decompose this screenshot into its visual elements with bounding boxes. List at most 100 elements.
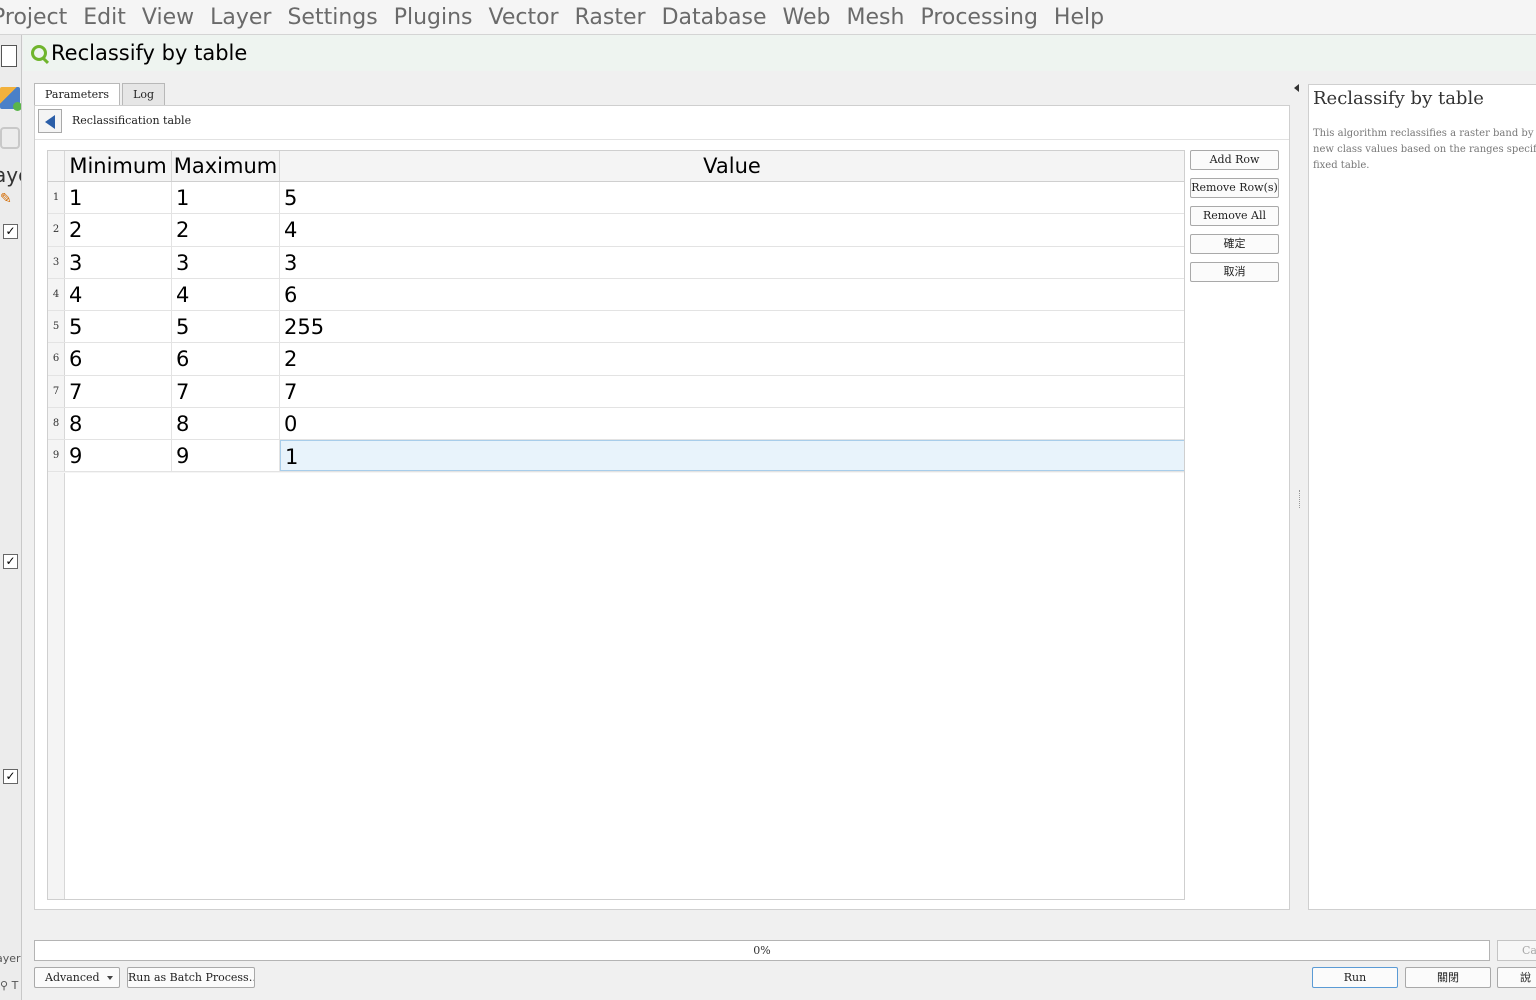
cell-value[interactable]: 2 (280, 343, 1184, 374)
cell-maximum[interactable]: 3 (172, 246, 280, 278)
menu-help[interactable]: Help (1054, 0, 1104, 34)
menu-database[interactable]: Database (662, 0, 767, 34)
dialog-tabs: Parameters Log (34, 83, 167, 106)
disabled-tool-icon (0, 127, 20, 149)
ok-button[interactable]: 確定 (1190, 234, 1279, 254)
cell-value-selected[interactable]: 1 (280, 440, 1184, 472)
cell-minimum[interactable]: 3 (65, 246, 172, 278)
table-corner[interactable] (48, 151, 65, 181)
row-number[interactable]: 8 (48, 407, 65, 439)
cell-minimum[interactable]: 9 (65, 440, 172, 472)
help-title: Reclassify by table (1313, 88, 1484, 109)
cell-maximum[interactable]: 8 (172, 407, 280, 439)
close-button[interactable]: 關閉 (1405, 967, 1491, 988)
table-row: 7 7 7 7 (48, 375, 1184, 408)
parameters-panel: Reclassification table Minimum Maximum V… (34, 105, 1290, 910)
cell-maximum[interactable]: 5 (172, 311, 280, 343)
cell-minimum[interactable]: 8 (65, 407, 172, 439)
table-empty-area (65, 473, 1184, 899)
table-row: 1 1 1 5 (48, 182, 1184, 215)
menu-view[interactable]: View (142, 0, 194, 34)
cancel-table-button[interactable]: 取消 (1190, 262, 1279, 282)
remove-all-button[interactable]: Remove All (1190, 206, 1279, 226)
add-row-button[interactable]: Add Row (1190, 150, 1279, 170)
layer-visibility-checkbox[interactable]: ✓ (3, 769, 18, 784)
cell-value[interactable]: 0 (280, 408, 1184, 439)
cell-maximum[interactable]: 7 (172, 375, 280, 407)
row-number[interactable]: 2 (48, 214, 65, 246)
cell-maximum[interactable]: 4 (172, 278, 280, 310)
table-row: 6 6 6 2 (48, 343, 1184, 376)
cell-value[interactable]: 4 (280, 214, 1184, 245)
row-number[interactable]: 5 (48, 311, 65, 343)
collapse-help-icon[interactable] (1294, 84, 1299, 92)
cell-minimum[interactable]: 6 (65, 343, 172, 375)
table-row: 8 8 8 0 (48, 407, 1184, 440)
table-row: 9 9 9 1 (48, 440, 1184, 473)
row-number[interactable]: 3 (48, 246, 65, 278)
menu-settings[interactable]: Settings (287, 0, 377, 34)
menu-project[interactable]: Project (0, 0, 67, 34)
row-header-empty-area (48, 473, 65, 899)
cell-value[interactable]: 5 (280, 182, 1184, 213)
menu-raster[interactable]: Raster (575, 0, 646, 34)
cell-maximum[interactable]: 1 (172, 182, 280, 214)
help-button[interactable]: 說 (1497, 967, 1536, 988)
reclassify-dialog: Reclassify by table Parameters Log Recla… (23, 35, 1536, 1000)
row-number[interactable]: 7 (48, 375, 65, 407)
cell-value[interactable]: 7 (280, 376, 1184, 407)
menu-web[interactable]: Web (783, 0, 831, 34)
menu-layer[interactable]: Layer (210, 0, 271, 34)
main-window-left-toolbar: aye ✎ ✓ ✓ ✓ ayers ⚲ T (0, 35, 22, 1000)
tab-parameters[interactable]: Parameters (34, 83, 121, 106)
cell-minimum[interactable]: 5 (65, 311, 172, 343)
menu-vector[interactable]: Vector (489, 0, 559, 34)
menu-bar: Project Edit View Layer Settings Plugins… (0, 0, 1536, 35)
menu-processing[interactable]: Processing (920, 0, 1037, 34)
tab-log[interactable]: Log (122, 83, 166, 105)
menu-mesh[interactable]: Mesh (847, 0, 905, 34)
row-number[interactable]: 4 (48, 278, 65, 310)
header-minimum[interactable]: Minimum (65, 151, 172, 181)
table-row: 4 4 4 6 (48, 278, 1184, 311)
cell-maximum[interactable]: 9 (172, 440, 280, 472)
row-number[interactable]: 1 (48, 182, 65, 214)
cancel-button[interactable]: Ca (1497, 940, 1536, 961)
layer-visibility-checkbox[interactable]: ✓ (3, 224, 18, 239)
search-icon[interactable]: ⚲ T (0, 979, 18, 992)
panel-splitter[interactable] (1299, 490, 1301, 508)
cell-value[interactable]: 3 (280, 247, 1184, 278)
cell-minimum[interactable]: 4 (65, 278, 172, 310)
layers-tab-label[interactable]: ayers (0, 952, 21, 965)
back-arrow-icon[interactable] (38, 109, 62, 133)
advanced-dropdown-button[interactable]: Advanced (34, 967, 120, 988)
qgis-logo-icon (31, 45, 47, 61)
cell-maximum[interactable]: 6 (172, 343, 280, 375)
run-batch-button[interactable]: Run as Batch Process… (127, 967, 255, 988)
help-text-line: This algorithm reclassifies a raster ban… (1313, 128, 1536, 139)
remove-rows-button[interactable]: Remove Row(s) (1190, 178, 1279, 198)
back-row: Reclassification table (35, 106, 1289, 140)
cell-minimum[interactable]: 2 (65, 214, 172, 246)
cell-minimum[interactable]: 7 (65, 375, 172, 407)
help-panel: Reclassify by table This algorithm recla… (1308, 84, 1536, 910)
row-number[interactable]: 6 (48, 343, 65, 375)
progress-bar: 0% (34, 940, 1490, 961)
header-maximum[interactable]: Maximum (172, 151, 280, 181)
cell-minimum[interactable]: 1 (65, 182, 172, 214)
row-number[interactable]: 9 (48, 440, 65, 472)
header-value[interactable]: Value (280, 151, 1184, 181)
table-header: Minimum Maximum Value (48, 151, 1184, 182)
run-button[interactable]: Run (1312, 967, 1398, 988)
menu-plugins[interactable]: Plugins (394, 0, 473, 34)
add-layer-icon[interactable] (0, 87, 21, 111)
layer-visibility-checkbox[interactable]: ✓ (3, 554, 18, 569)
cell-maximum[interactable]: 2 (172, 214, 280, 246)
menu-edit[interactable]: Edit (83, 0, 126, 34)
cell-value[interactable]: 255 (280, 311, 1184, 342)
chevron-down-icon (107, 976, 113, 980)
cell-value[interactable]: 6 (280, 279, 1184, 310)
section-label: Reclassification table (72, 114, 192, 127)
edit-pencil-icon[interactable]: ✎ (0, 191, 12, 207)
new-project-icon[interactable] (1, 45, 17, 67)
